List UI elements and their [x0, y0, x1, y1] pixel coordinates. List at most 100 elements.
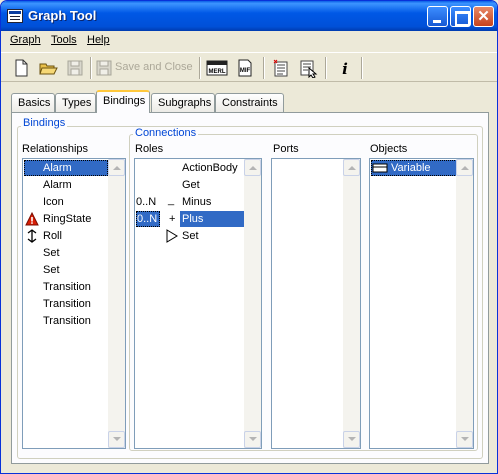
roles-scrollbar[interactable]: [244, 159, 261, 448]
warning-icon: [25, 212, 39, 226]
role-label: Set: [182, 230, 199, 242]
role-label: Minus: [182, 196, 212, 208]
menu-graph[interactable]: Graph: [10, 34, 41, 46]
list-item-label: Set: [43, 247, 60, 259]
toolbar-separator: [199, 57, 201, 79]
list-item-selected[interactable]: 0..N + Plus: [136, 211, 245, 227]
close-icon: ✕: [477, 8, 490, 25]
scroll-up-button[interactable]: [244, 159, 261, 176]
toolbar-separator: [361, 57, 363, 79]
save-and-close-button[interactable]: Save and Close: [115, 61, 193, 73]
ports-scrollbar[interactable]: [343, 159, 360, 448]
new-icon[interactable]: [11, 58, 31, 78]
list-item-label: Transition: [43, 281, 91, 293]
list-item[interactable]: Roll: [24, 228, 108, 244]
objects-scrollbar[interactable]: [456, 159, 473, 448]
objects-label: Objects: [370, 143, 408, 155]
list-item-label: Transition: [43, 298, 91, 310]
bindings-group-label: Bindings: [21, 117, 68, 129]
variable-icon: [372, 163, 388, 173]
select-icon[interactable]: [298, 58, 318, 78]
maximize-button[interactable]: [450, 6, 471, 27]
role-label: Get: [182, 179, 200, 191]
list-item[interactable]: ActionBody: [136, 160, 245, 176]
open-icon[interactable]: [38, 58, 58, 78]
svg-text:MERL: MERL: [209, 69, 226, 75]
list-item-label: Alarm: [43, 162, 72, 174]
list-item-label: Transition: [43, 315, 91, 327]
relationships-list[interactable]: Alarm Alarm Icon RingState Roll Set Set …: [22, 158, 126, 449]
toolbar-separator: [325, 57, 327, 79]
relationships-scrollbar[interactable]: [108, 159, 125, 448]
save-and-close-icon[interactable]: [94, 58, 114, 78]
mif-icon[interactable]: MIF: [235, 58, 255, 78]
role-cardinality: 0..N: [136, 211, 160, 227]
graph-tool-window: Graph Tool ✕ Graph Tools Help Save and C…: [0, 0, 498, 474]
menu-tools-label: Tools: [51, 34, 77, 46]
tab-subgraphs[interactable]: Subgraphs: [151, 93, 215, 112]
menu-bar: Graph Tools Help: [1, 31, 497, 51]
tab-constraints[interactable]: Constraints: [215, 93, 284, 112]
list-item[interactable]: Alarm: [24, 177, 108, 193]
list-item[interactable]: 0..N _ Minus: [136, 194, 245, 210]
tab-types[interactable]: Types: [55, 93, 96, 112]
svg-text:i: i: [342, 60, 348, 78]
list-item[interactable]: Transition: [24, 296, 108, 312]
menu-tools[interactable]: Tools: [51, 34, 77, 46]
relationships-label: Relationships: [22, 143, 89, 155]
menu-graph-label: Graph: [10, 34, 41, 46]
close-button[interactable]: ✕: [473, 6, 494, 27]
bindings-panel: Bindings Relationships Alarm Alarm Icon …: [11, 112, 489, 464]
roles-label: Roles: [135, 143, 164, 155]
double-arrow-icon: [27, 229, 37, 243]
scroll-down-button[interactable]: [343, 431, 360, 448]
menu-help-label: Help: [87, 34, 110, 46]
list-item-label: Roll: [43, 230, 62, 242]
tab-basics[interactable]: Basics: [11, 93, 55, 112]
info-icon[interactable]: i: [335, 58, 355, 78]
objects-list[interactable]: Variable: [369, 158, 474, 449]
connections-group-label: Connections: [133, 127, 199, 139]
list-item[interactable]: Set: [24, 245, 108, 261]
save-icon[interactable]: [65, 58, 85, 78]
list-item[interactable]: RingState: [24, 211, 108, 227]
role-label: Plus: [180, 211, 245, 227]
role-cardinality: 0..N: [136, 196, 157, 208]
list-item[interactable]: Transition: [24, 313, 108, 329]
title-bar[interactable]: Graph Tool ✕: [1, 1, 497, 31]
toolbar-separator: [90, 57, 92, 79]
ports-list[interactable]: [271, 158, 361, 449]
menu-help[interactable]: Help: [87, 34, 110, 46]
role-symbol: _: [168, 194, 175, 206]
list-item[interactable]: Icon: [24, 194, 108, 210]
list-item[interactable]: Alarm: [24, 160, 108, 176]
triangle-icon: [166, 229, 178, 243]
scroll-up-button[interactable]: [456, 159, 473, 176]
scroll-down-button[interactable]: [456, 431, 473, 448]
app-icon: [7, 9, 23, 23]
scroll-up-button[interactable]: [343, 159, 360, 176]
scroll-down-button[interactable]: [244, 431, 261, 448]
list-icon[interactable]: [271, 58, 291, 78]
toolbar-separator: [263, 57, 265, 79]
list-item[interactable]: Get: [136, 177, 245, 193]
role-symbol: +: [169, 213, 176, 225]
scroll-down-button[interactable]: [108, 431, 125, 448]
list-item-label: Alarm: [43, 179, 72, 191]
roles-list[interactable]: ActionBody Get 0..N _ Minus 0..N + Plus …: [134, 158, 262, 449]
list-item-label: Icon: [43, 196, 64, 208]
window-title: Graph Tool: [28, 8, 97, 23]
list-item-label: Set: [43, 264, 60, 276]
minimize-button[interactable]: [427, 6, 448, 27]
list-item[interactable]: Transition: [24, 279, 108, 295]
list-item[interactable]: Variable: [371, 160, 457, 176]
list-item-label: RingState: [43, 213, 92, 225]
svg-text:MIF: MIF: [240, 68, 251, 74]
tab-bindings[interactable]: Bindings: [96, 90, 150, 113]
ports-label: Ports: [273, 143, 299, 155]
toolbar: Save and Close MERL MIF i: [1, 52, 497, 82]
scroll-up-button[interactable]: [108, 159, 125, 176]
meri-icon[interactable]: MERL: [206, 58, 228, 78]
list-item[interactable]: Set: [136, 228, 245, 244]
list-item[interactable]: Set: [24, 262, 108, 278]
